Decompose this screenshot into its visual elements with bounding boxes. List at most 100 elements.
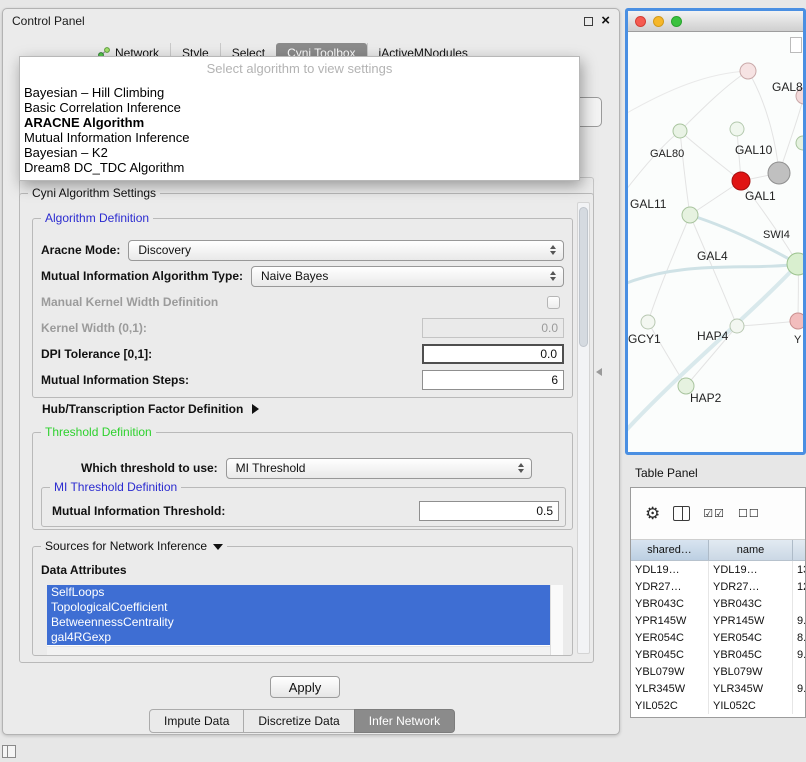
table-toolbar: ⚙ ☑☑ ☐☐ xyxy=(631,488,805,540)
sources-group: Sources for Network Inference Data Attri… xyxy=(32,546,573,656)
table-row[interactable]: YIL052CYIL052C xyxy=(631,697,805,714)
table-row[interactable]: YER054CYER054C8. xyxy=(631,629,805,646)
tab-impute-data[interactable]: Impute Data xyxy=(149,709,244,733)
table-row[interactable]: YBR045CYBR045C9. xyxy=(631,646,805,663)
network-node[interactable] xyxy=(740,63,756,79)
table-row[interactable]: YDL19…YDL19…13 xyxy=(631,561,805,578)
table-header: shared… name xyxy=(631,540,805,561)
close-light-icon[interactable] xyxy=(635,16,646,27)
network-edge xyxy=(628,264,798,437)
minimize-light-icon[interactable] xyxy=(653,16,664,27)
field-value: 0.5 xyxy=(536,504,553,518)
group-title: Algorithm Definition xyxy=(41,211,153,225)
columns-icon[interactable] xyxy=(673,506,690,521)
network-node[interactable] xyxy=(796,136,803,150)
dropdown-option[interactable]: Mutual Information Inference xyxy=(20,130,579,145)
table-cell: YBR043C xyxy=(631,595,709,612)
network-node[interactable] xyxy=(730,319,744,333)
sources-group-title[interactable]: Sources for Network Inference xyxy=(41,539,227,553)
network-edge xyxy=(690,215,737,326)
table-cell: YDR27… xyxy=(631,578,709,595)
network-node[interactable] xyxy=(682,207,698,223)
tab-infer-network[interactable]: Infer Network xyxy=(354,709,455,733)
aracne-mode-select[interactable]: Discovery xyxy=(128,240,564,261)
network-node[interactable] xyxy=(768,162,790,184)
combo-arrows-icon xyxy=(550,245,556,255)
list-vertical-scrollbar[interactable] xyxy=(550,585,563,655)
manual-kernel-checkbox[interactable] xyxy=(547,296,560,309)
table-cell: YLR345W xyxy=(631,680,709,697)
cyni-algorithm-settings-group: Cyni Algorithm Settings Algorithm Defini… xyxy=(19,193,594,663)
dropdown-option-selected[interactable]: ARACNE Algorithm xyxy=(20,115,579,130)
table-cell: 8. xyxy=(793,629,805,646)
table-row[interactable]: YBL079WYBL079W xyxy=(631,663,805,680)
table-cell: YIL052C xyxy=(709,697,793,714)
field-value: 0.0 xyxy=(541,321,558,335)
table-row[interactable]: YDR27…YDR27…12 xyxy=(631,578,805,595)
dropdown-option[interactable]: Dream8 DC_TDC Algorithm xyxy=(20,160,579,175)
network-node[interactable] xyxy=(673,124,687,138)
table-body: YDL19…YDL19…13YDR27…YDR27…12YBR043CYBR04… xyxy=(631,561,805,714)
network-edge xyxy=(680,131,690,215)
node-label: GAL1 xyxy=(745,189,776,203)
list-item[interactable]: BetweennessCentrality xyxy=(47,615,550,630)
network-node[interactable] xyxy=(730,122,744,136)
network-node[interactable] xyxy=(790,313,803,329)
close-icon[interactable]: × xyxy=(601,15,610,27)
float-window-icon[interactable] xyxy=(584,17,593,26)
network-edge xyxy=(680,131,741,181)
gear-icon[interactable]: ⚙ xyxy=(645,505,660,522)
network-edge xyxy=(779,96,803,173)
algorithm-definition-group: Algorithm Definition Aracne Mode: Discov… xyxy=(32,218,573,398)
mi-algorithm-type-select[interactable]: Naive Bayes xyxy=(251,266,564,287)
select-all-columns-icon[interactable]: ☑☑ xyxy=(703,507,725,520)
threshold-definition-group: Threshold Definition Which threshold to … xyxy=(32,432,573,530)
mi-threshold-input[interactable]: 0.5 xyxy=(419,501,559,521)
table-cell: YER054C xyxy=(709,629,793,646)
scrollbar-thumb[interactable] xyxy=(579,207,588,347)
mi-steps-input[interactable]: 6 xyxy=(422,370,564,390)
panel-dock-icon[interactable] xyxy=(2,745,16,758)
settings-scrollbar[interactable] xyxy=(577,202,590,654)
table-cell: YER054C xyxy=(631,629,709,646)
threshold-type-select[interactable]: MI Threshold xyxy=(226,458,532,479)
network-node[interactable] xyxy=(641,315,655,329)
node-label: GAL10 xyxy=(735,143,773,157)
column-header-extra[interactable] xyxy=(793,540,805,560)
data-attributes-label: Data Attributes xyxy=(41,563,127,577)
list-item[interactable]: TopologicalCoefficient xyxy=(47,600,550,615)
table-cell: 9. xyxy=(793,680,805,697)
tab-discretize-data[interactable]: Discretize Data xyxy=(243,709,354,733)
table-cell: YLR345W xyxy=(709,680,793,697)
table-cell: YBL079W xyxy=(709,663,793,680)
table-row[interactable]: YPR145WYPR145W9. xyxy=(631,612,805,629)
list-horizontal-scrollbar[interactable] xyxy=(47,646,550,655)
list-item[interactable]: gal4RGexp xyxy=(47,630,550,645)
dpi-tolerance-input[interactable]: 0.0 xyxy=(422,344,564,364)
kernel-width-input[interactable]: 0.0 xyxy=(422,318,564,338)
apply-button[interactable]: Apply xyxy=(270,676,340,698)
table-row[interactable]: YBR043CYBR043C xyxy=(631,595,805,612)
hub-definition-toggle[interactable]: Hub/Transcription Factor Definition xyxy=(42,402,259,416)
table-cell: YDL19… xyxy=(631,561,709,578)
aracne-mode-label: Aracne Mode: xyxy=(41,243,120,257)
column-header-name[interactable]: name xyxy=(709,540,793,560)
network-window-titlebar[interactable] xyxy=(628,11,803,32)
network-node[interactable] xyxy=(732,172,750,190)
network-scrollbar-button[interactable] xyxy=(790,37,802,53)
dropdown-placeholder: Select algorithm to view settings xyxy=(20,60,579,85)
table-panel-window: ⚙ ☑☑ ☐☐ shared… name YDL19…YDL19…13YDR27… xyxy=(630,487,806,718)
network-canvas[interactable]: GAL8GAL80GAL10GAL11GAL1SWI4GAL4GCY1HAP4H… xyxy=(628,33,803,452)
deselect-all-columns-icon[interactable]: ☐☐ xyxy=(738,507,760,520)
mi-threshold-label: Mutual Information Threshold: xyxy=(52,504,225,518)
splitter-collapse-icon[interactable] xyxy=(596,368,602,376)
column-header-shared[interactable]: shared… xyxy=(631,540,709,560)
dropdown-option[interactable]: Bayesian – K2 xyxy=(20,145,579,160)
dropdown-option[interactable]: Bayesian – Hill Climbing xyxy=(20,85,579,100)
chevron-right-icon xyxy=(252,404,259,414)
dropdown-option[interactable]: Basic Correlation Inference xyxy=(20,100,579,115)
table-row[interactable]: YLR345WYLR345W9. xyxy=(631,680,805,697)
table-panel-title: Table Panel xyxy=(635,466,698,480)
list-item[interactable]: SelfLoops xyxy=(47,585,550,600)
zoom-light-icon[interactable] xyxy=(671,16,682,27)
